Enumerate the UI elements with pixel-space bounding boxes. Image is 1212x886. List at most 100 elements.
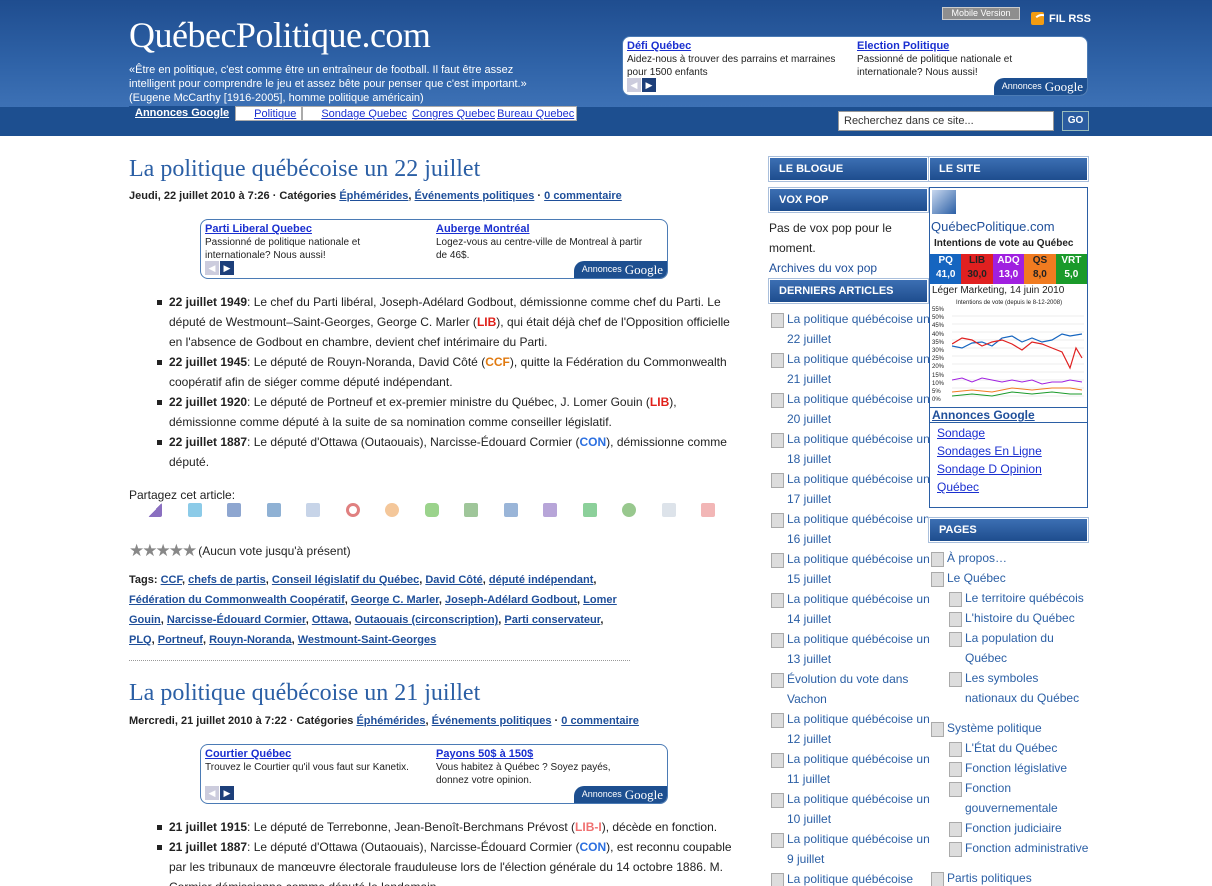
star-icon[interactable]: ★★★★★: [129, 541, 197, 561]
delicious-icon[interactable]: [148, 503, 162, 517]
poll-widget[interactable]: QuébecPolitique.com Intentions de vote a…: [929, 187, 1088, 423]
link-item[interactable]: Bureau Quebec: [495, 106, 578, 121]
ad-item[interactable]: Parti Liberal Quebec Passionné de politiq…: [205, 223, 415, 262]
link-sondage-quebec[interactable]: Sondage Quebec: [321, 108, 407, 120]
ad-item[interactable]: Courtier Québec Trouvez le Courtier qu'il…: [205, 748, 415, 774]
page-link[interactable]: L'État du Québec: [931, 738, 1091, 758]
category-link[interactable]: Éphémérides: [339, 190, 408, 202]
tag-link[interactable]: Rouyn-Noranda: [209, 634, 292, 646]
ad-link[interactable]: Sondages En Ligne: [937, 444, 1042, 458]
category-link[interactable]: Éphémérides: [356, 715, 425, 727]
pdf-icon[interactable]: [701, 503, 715, 517]
tag-link[interactable]: Parti conservateur: [504, 614, 600, 626]
link-politique[interactable]: Politique: [254, 108, 296, 120]
ad-item[interactable]: Défi Québec Aidez-nous à trouver des parr…: [627, 40, 837, 79]
ad-next-button[interactable]: ▶: [220, 786, 234, 800]
article-link[interactable]: La politique québécoise un 9 juillet: [771, 829, 931, 869]
ad-title[interactable]: Payons 50$ à 150$: [436, 748, 646, 761]
article-link[interactable]: La politique québécoise un 15 juillet: [771, 549, 931, 589]
article-link[interactable]: La politique québécoise un 11 juillet: [771, 749, 931, 789]
page-link[interactable]: Fonction administrative: [931, 838, 1091, 858]
tag-link[interactable]: Outaouais (circonscription): [355, 614, 499, 626]
link-bureau-quebec[interactable]: Bureau Quebec: [497, 108, 574, 120]
linkedin-icon[interactable]: [266, 503, 281, 517]
stumbleupon-icon[interactable]: [622, 503, 636, 517]
google-ads-label[interactable]: Annonces Google: [993, 78, 1087, 95]
tag-link[interactable]: chefs de partis: [188, 574, 266, 586]
ad-title[interactable]: Courtier Québec: [205, 748, 415, 761]
article-link[interactable]: La politique québécoise un 16 juillet: [771, 509, 931, 549]
rss-share-icon[interactable]: [385, 503, 399, 517]
page-link[interactable]: La population du Québec: [931, 628, 1091, 668]
article-link[interactable]: La politique québécoise un 21 juillet: [771, 349, 931, 389]
tag-link[interactable]: Narcisse-Édouard Cormier: [167, 614, 306, 626]
tag-link[interactable]: Fédération du Commonwealth Coopératif: [129, 594, 345, 606]
email-icon[interactable]: [661, 503, 676, 517]
ad-next-button[interactable]: ▶: [220, 261, 234, 275]
link-congres-quebec[interactable]: Congres Quebec: [412, 108, 495, 120]
ad-item[interactable]: Auberge Montréal Logez-vous au centre-vil…: [436, 223, 646, 262]
ad-item[interactable]: Election Politique Passionné de politique…: [857, 40, 1067, 79]
article-link[interactable]: La politique québécoise: [771, 869, 931, 886]
tag-link[interactable]: Portneuf: [158, 634, 203, 646]
rss-link[interactable]: FIL RSS: [1031, 12, 1091, 25]
go-button[interactable]: GO: [1062, 111, 1089, 131]
article-link[interactable]: La politique québécoise un 22 juillet: [771, 309, 931, 349]
search-input[interactable]: [838, 111, 1054, 131]
ad-prev-button[interactable]: ◀: [205, 786, 219, 800]
tag-link[interactable]: Conseil législatif du Québec: [272, 574, 419, 586]
tag-link[interactable]: PLQ: [129, 634, 152, 646]
google-ads-label[interactable]: Annonces Google: [573, 786, 667, 803]
facebook-icon[interactable]: [227, 503, 241, 517]
tag-link[interactable]: député indépendant: [489, 574, 594, 586]
page-link[interactable]: Le Québec: [931, 568, 1091, 588]
link-item[interactable]: Congres Quebec: [411, 106, 496, 121]
google-icon[interactable]: [464, 503, 478, 517]
ad-next-button[interactable]: ▶: [642, 78, 656, 92]
page-link[interactable]: Fonction judiciaire: [931, 818, 1091, 838]
technorati-icon[interactable]: [424, 503, 439, 517]
ad-link[interactable]: Sondage: [937, 426, 985, 440]
tag-link[interactable]: Joseph-Adélard Godbout: [445, 594, 577, 606]
tag-link[interactable]: David Côté: [425, 574, 482, 586]
tag-link[interactable]: Ottawa: [312, 614, 349, 626]
page-link[interactable]: Fonction gouvernementale: [931, 778, 1091, 818]
ads-google-title[interactable]: Annonces Google: [932, 408, 1035, 422]
article-link[interactable]: La politique québécoise un 10 juillet: [771, 789, 931, 829]
ad-title[interactable]: Auberge Montréal: [436, 223, 646, 236]
category-link[interactable]: Événements politiques: [415, 190, 535, 202]
comments-link[interactable]: 0 commentaire: [561, 715, 639, 727]
link-item[interactable]: Sondage Quebec: [302, 106, 412, 121]
ads-google-link[interactable]: Annonces Google: [129, 106, 236, 121]
tag-link[interactable]: George C. Marler: [351, 594, 439, 606]
page-link[interactable]: Fonction législative: [931, 758, 1091, 778]
article-link[interactable]: La politique québécoise un 20 juillet: [771, 389, 931, 429]
comments-link[interactable]: 0 commentaire: [544, 190, 622, 202]
ad-item[interactable]: Payons 50$ à 150$ Vous habitez à Québec ?…: [436, 748, 646, 787]
category-link[interactable]: Événements politiques: [432, 715, 552, 727]
tag-link[interactable]: CCF: [161, 574, 182, 586]
ad-title[interactable]: Election Politique: [857, 40, 1067, 53]
ad-link[interactable]: Sondage D Opinion: [937, 462, 1042, 476]
quora-icon[interactable]: [345, 503, 360, 517]
article-link[interactable]: La politique québécoise un 17 juillet: [771, 469, 931, 509]
myspace-icon[interactable]: [306, 503, 320, 517]
add-icon[interactable]: [582, 503, 597, 517]
ad-prev-button[interactable]: ◀: [205, 261, 219, 275]
myspace-people-icon[interactable]: [543, 503, 557, 517]
page-link[interactable]: Les symboles nationaux du Québec: [931, 668, 1091, 708]
article-link[interactable]: La politique québécoise un 12 juillet: [771, 709, 931, 749]
ad-prev-button[interactable]: ◀: [627, 78, 641, 92]
post-title[interactable]: La politique québécoise un 22 juillet: [129, 156, 480, 183]
page-link[interactable]: L'histoire du Québec: [931, 608, 1091, 628]
page-link[interactable]: À propos…: [931, 548, 1091, 568]
windows-icon[interactable]: [503, 503, 518, 517]
tag-link[interactable]: Westmount-Saint-Georges: [298, 634, 437, 646]
article-link[interactable]: Évolution du vote dans Vachon: [771, 669, 931, 709]
site-logo[interactable]: QuébecPolitique.com: [129, 14, 431, 56]
page-link[interactable]: Système politique: [931, 718, 1091, 738]
voxpop-archive-link[interactable]: Archives du vox pop: [769, 258, 877, 278]
page-link[interactable]: Le territoire québécois: [931, 588, 1091, 608]
article-link[interactable]: La politique québécoise un 14 juillet: [771, 589, 931, 629]
post-title[interactable]: La politique québécoise un 21 juillet: [129, 680, 480, 707]
